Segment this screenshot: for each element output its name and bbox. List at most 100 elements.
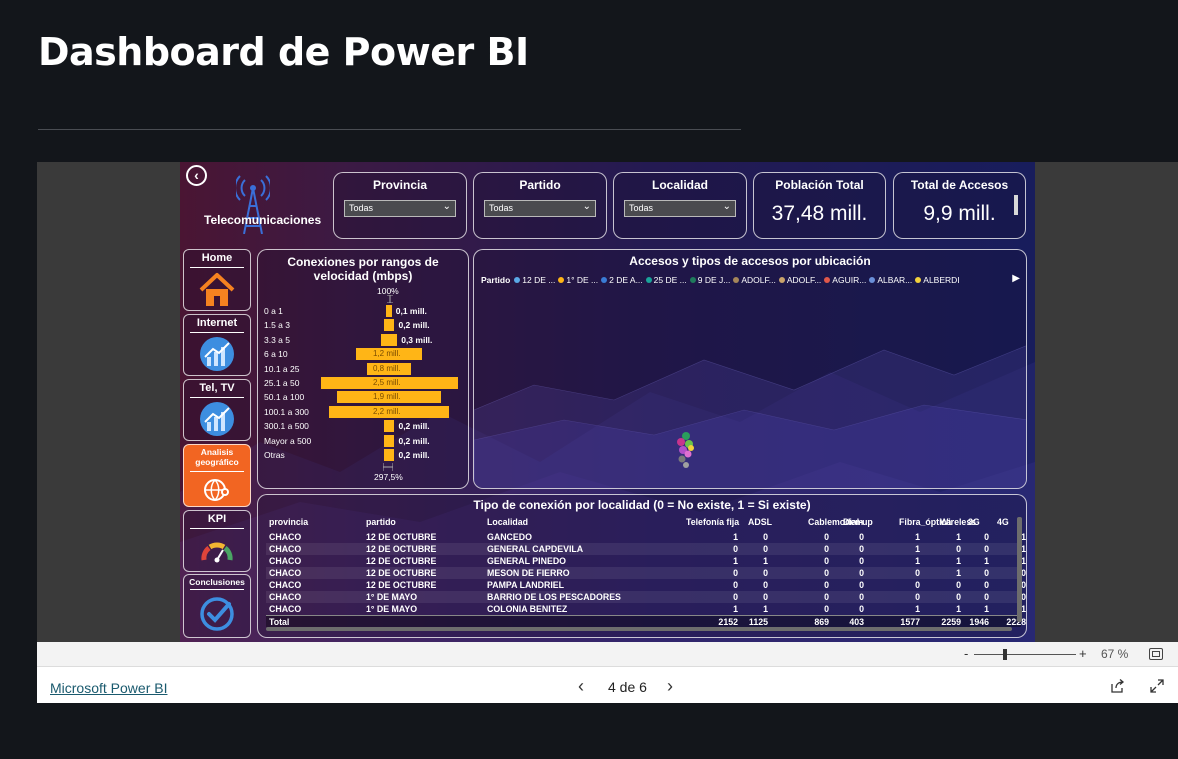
- legend-item[interactable]: ADOLF...: [733, 275, 776, 285]
- legend-item[interactable]: 2 DE A...: [601, 275, 643, 285]
- table-scrollbar[interactable]: [1017, 517, 1022, 622]
- table-cell: 1: [915, 556, 920, 566]
- legend-dot: [824, 277, 831, 283]
- next-page-button[interactable]: ›: [667, 676, 673, 697]
- table-row[interactable]: CHACO 12 DE OCTUBRE GENERAL PINEDO 1 1 0 0 1 1 1 1: [266, 555, 1026, 567]
- column-header[interactable]: ADSL: [748, 517, 772, 527]
- chevron-down-icon: ⌄: [442, 201, 451, 212]
- nav-conclusiones[interactable]: Conclusiones: [183, 574, 251, 638]
- legend-title: Partido: [481, 275, 511, 285]
- chevron-down-icon: ⌄: [582, 201, 591, 212]
- table-cell: CHACO: [269, 544, 302, 554]
- bar[interactable]: [386, 305, 392, 317]
- column-header[interactable]: 4G: [997, 517, 1009, 527]
- table-cell: 0: [824, 556, 829, 566]
- table-row[interactable]: CHACO 12 DE OCTUBRE GANCEDO 1 0 0 0 1 1 0 1: [266, 531, 1026, 543]
- map-data-points[interactable]: [672, 428, 698, 478]
- table-cell: 0: [915, 568, 920, 578]
- divider: [190, 471, 244, 472]
- bar-row: 100.1 a 300 2,2 mill.: [264, 405, 464, 419]
- legend-item[interactable]: ALBERDI: [915, 275, 960, 285]
- table-cell: 1: [915, 604, 920, 614]
- bar[interactable]: [383, 434, 395, 447]
- table-row[interactable]: CHACO 1° DE MAYO BARRIO DE LOS PESCADORES 0…: [266, 591, 1026, 603]
- legend-item[interactable]: 25 DE ...: [645, 275, 687, 285]
- bar-row: 10.1 a 25 0,8 mill.: [264, 362, 464, 376]
- column-header[interactable]: Dial-up: [843, 517, 873, 527]
- nav-kpi[interactable]: KPI: [183, 510, 251, 572]
- kpi-scrollbar[interactable]: [1014, 195, 1018, 215]
- table-cell: 0: [733, 568, 738, 578]
- table-cell: 1: [984, 556, 989, 566]
- zoom-out-button[interactable]: -: [964, 646, 968, 661]
- column-header[interactable]: Localidad: [487, 517, 528, 527]
- provincia-dropdown[interactable]: Todas ⌄: [344, 200, 456, 217]
- kpi-title: Total de Accesos: [910, 178, 1009, 192]
- localidad-dropdown[interactable]: Todas ⌄: [624, 200, 736, 217]
- filter-title: Localidad: [651, 178, 708, 192]
- bar[interactable]: [380, 333, 398, 346]
- table-title: Tipo de conexión por localidad (0 = No e…: [473, 498, 811, 512]
- bar[interactable]: [383, 420, 395, 433]
- nav-internet[interactable]: Internet: [183, 314, 251, 376]
- legend-item[interactable]: 12 DE ...: [514, 275, 555, 285]
- column-header[interactable]: partido: [366, 517, 396, 527]
- bar-category-label: 1.5 a 3: [264, 320, 290, 331]
- legend-dot: [645, 277, 652, 283]
- filter-provincia: Provincia Todas ⌄: [333, 172, 467, 239]
- access-map[interactable]: Accesos y tipos de accesos por ubicación…: [473, 249, 1027, 489]
- table-header: provincia partido Localidad Telefonía fija A…: [266, 516, 1021, 531]
- bar-row: 50.1 a 100 1,9 mill.: [264, 391, 464, 404]
- legend-item[interactable]: ALBAR...: [869, 275, 912, 285]
- zoom-slider-track[interactable]: [974, 654, 1076, 655]
- table-cell: 0: [824, 532, 829, 542]
- legend-item[interactable]: 1° DE ...: [558, 275, 598, 285]
- table-cell: CHACO: [269, 556, 302, 566]
- bar[interactable]: [383, 319, 395, 332]
- growth-chart-icon: [200, 337, 234, 371]
- column-header[interactable]: provincia: [269, 517, 308, 527]
- table-cell: 1° DE MAYO: [366, 592, 418, 602]
- legend-next-arrow[interactable]: ▶: [1012, 273, 1020, 284]
- filter-title: Provincia: [372, 178, 428, 192]
- table-cell: 1: [763, 556, 768, 566]
- back-button[interactable]: ‹: [186, 165, 207, 186]
- legend-item[interactable]: 9 DE J...: [689, 275, 731, 285]
- table-cell: 1: [733, 532, 738, 542]
- nav-home[interactable]: Home: [183, 249, 251, 311]
- bar-category-label: 25.1 a 50: [264, 378, 300, 388]
- bar-category-label: 50.1 a 100: [264, 392, 305, 403]
- partido-dropdown[interactable]: Todas ⌄: [484, 200, 596, 217]
- nav-tel-tv[interactable]: Tel, TV: [183, 379, 251, 441]
- bar-row: 300.1 a 500 0,2 mill.: [264, 420, 464, 433]
- table-cell: 0: [984, 568, 989, 578]
- divider: [190, 589, 244, 590]
- column-header[interactable]: 3G: [968, 517, 980, 527]
- prev-page-button[interactable]: ‹: [578, 676, 584, 697]
- nav-analisis-geografico[interactable]: Analisis geográfico: [183, 444, 251, 507]
- table-cell: CHACO: [269, 580, 302, 590]
- legend-label: 9 DE J...: [697, 275, 731, 285]
- table-cell: 869: [814, 617, 829, 627]
- zoom-in-button[interactable]: +: [1079, 646, 1087, 661]
- bar-row: 1.5 a 3 0,2 mill.: [264, 319, 464, 332]
- powerbi-link[interactable]: Microsoft Power BI: [50, 680, 167, 696]
- share-icon[interactable]: [1111, 679, 1125, 693]
- table-cell: 0: [733, 544, 738, 554]
- zoom-slider-thumb[interactable]: [1003, 649, 1007, 660]
- bar-value-label: 0,2 mill.: [398, 450, 430, 460]
- column-header[interactable]: Telefonía fija: [686, 517, 739, 527]
- table-row[interactable]: CHACO 1° DE MAYO COLONIA BENITEZ 1 1 0 0 1 1 1 1: [266, 603, 1026, 615]
- title-divider: [38, 129, 741, 130]
- bar-value-label: 1,9 mill.: [373, 392, 401, 402]
- fullscreen-icon[interactable]: [1150, 679, 1164, 693]
- table-row[interactable]: CHACO 12 DE OCTUBRE PAMPA LANDRIEL 0 0 0 0 0 0 0 0: [266, 579, 1026, 591]
- bar[interactable]: [383, 449, 395, 461]
- legend-item[interactable]: ADOLF...: [778, 275, 821, 285]
- fit-to-page-icon[interactable]: [1149, 648, 1163, 660]
- legend-item[interactable]: AGUIR...: [824, 275, 866, 285]
- table-hscrollbar[interactable]: [266, 627, 1012, 631]
- table-row[interactable]: CHACO 12 DE OCTUBRE MESON DE FIERRO 0 0 0 0 0 1 0…: [266, 567, 1026, 579]
- bar-value-label: 0,1 mill.: [395, 306, 427, 316]
- table-row[interactable]: CHACO 12 DE OCTUBRE GENERAL CAPDEVILA 0 0 0 0 1…: [266, 543, 1026, 555]
